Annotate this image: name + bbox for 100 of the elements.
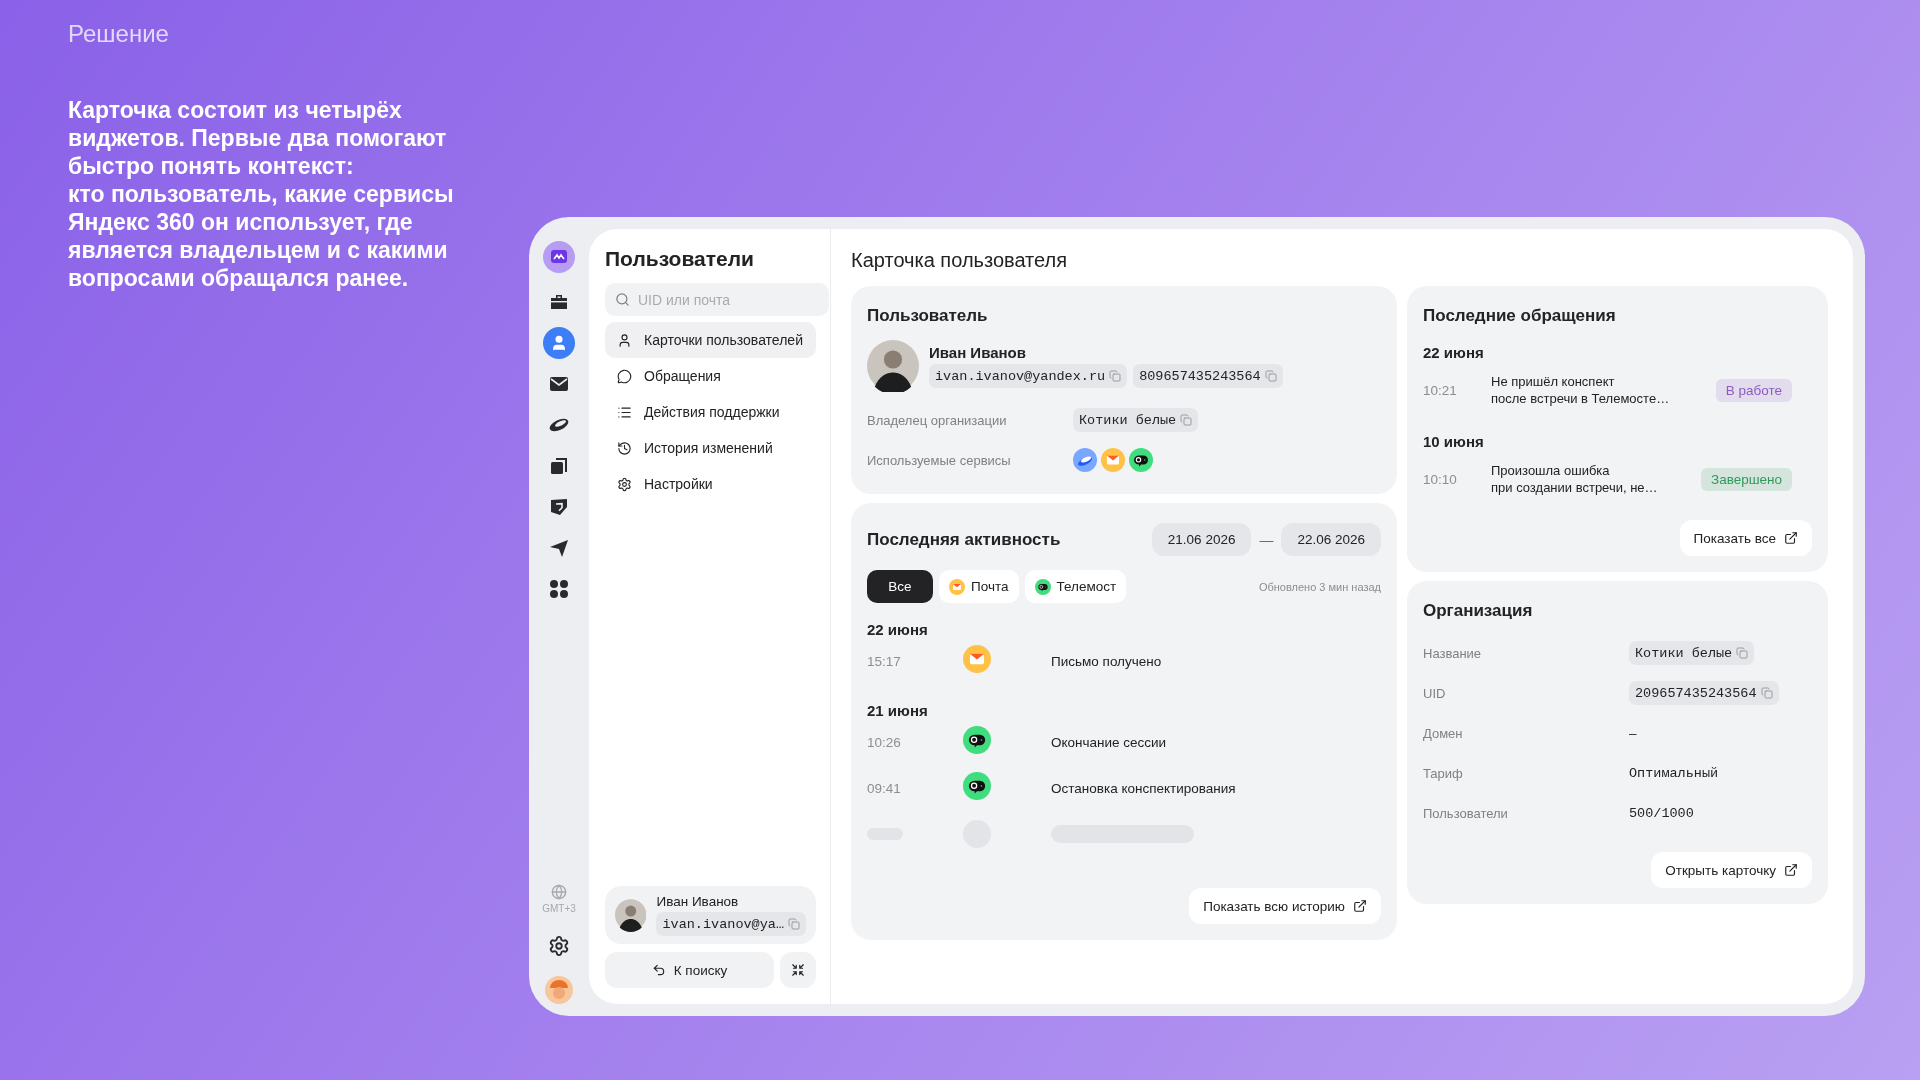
- status-badge: В работе: [1715, 378, 1792, 402]
- telemost-service-icon: [1034, 578, 1051, 595]
- settings-icon: [617, 476, 632, 492]
- copy-chip[interactable]: Котики белые: [1073, 408, 1199, 432]
- globe-icon: [551, 884, 567, 900]
- field-label: Тариф: [1423, 765, 1464, 781]
- copy-icon: [1760, 687, 1773, 699]
- nav-item[interactable]: Обращения: [605, 358, 816, 394]
- field-label: Домен: [1423, 725, 1464, 741]
- apps-icon: [549, 579, 569, 599]
- card-title: Последняя активность: [867, 529, 1061, 550]
- search-icon: [615, 292, 630, 307]
- shrink-icon: [791, 963, 805, 977]
- settings-icon[interactable]: [548, 935, 570, 957]
- slide-label: Решение: [68, 20, 170, 48]
- field-label: UID: [1423, 685, 1447, 701]
- date-heading: 10 июня: [1423, 433, 1485, 450]
- list-icon: [617, 404, 632, 420]
- mail-service-icon: [963, 645, 991, 673]
- event-text: Окончание сессии: [1051, 734, 1168, 750]
- nav-item[interactable]: Настройки: [605, 466, 816, 502]
- user-name: Иван Иванов: [929, 344, 1027, 361]
- request-time: 10:21: [1423, 382, 1458, 398]
- history-icon: [617, 440, 632, 456]
- panel-title: Пользователи: [605, 247, 755, 271]
- request-row[interactable]: 10:10 Произошла ошибка при создании встречи, не… Завершено: [1423, 450, 1812, 504]
- shield-icon: [549, 497, 569, 517]
- saucer-icon: [548, 416, 570, 434]
- copy-chip[interactable]: 209657435243564: [1629, 681, 1779, 705]
- user-icon: [617, 332, 632, 348]
- filter-chip[interactable]: Все: [867, 570, 933, 603]
- copy-icon: [788, 918, 800, 930]
- copy-chip[interactable]: Котики белые: [1629, 641, 1755, 665]
- event-text: Письмо получено: [1051, 653, 1163, 669]
- field-label: Используемые сервисы: [867, 452, 1012, 468]
- updated-note: Обновлено 3 мин назад: [1258, 580, 1381, 593]
- request-text: Произошла ошибка при создании встречи, не…: [1491, 462, 1659, 496]
- speech-bubble-icon: [617, 368, 632, 384]
- back-button[interactable]: К поиску: [605, 952, 774, 988]
- search-field[interactable]: UID или почта: [605, 283, 829, 316]
- request-text: Не пришёл конспект после встречи в Телемосте…: [1491, 373, 1671, 407]
- event-time: 09:41: [867, 780, 902, 796]
- external-link-icon: [1784, 531, 1798, 545]
- copy-icon: [1736, 647, 1749, 659]
- nav-item[interactable]: Карточки пользователей: [605, 322, 816, 358]
- stacked-cards-icon: [549, 456, 569, 476]
- nav-item[interactable]: Действия поддержки: [605, 394, 816, 430]
- mail-service-icon: [1101, 448, 1125, 472]
- copy-icon: [1109, 370, 1122, 382]
- date-field[interactable]: 21.06 2026: [1151, 523, 1252, 556]
- avatar: [867, 340, 919, 392]
- field-value: 500/1000: [1629, 805, 1695, 821]
- external-link-icon: [1353, 899, 1367, 913]
- envelope-icon: [549, 376, 569, 392]
- field-value: Оптимальный: [1629, 765, 1720, 781]
- card-title: Последние обращения: [1423, 306, 1617, 326]
- field-value: –: [1629, 725, 1638, 741]
- show-history-button[interactable]: Показать всю историю: [1189, 888, 1381, 924]
- field-label: Владелец организации: [867, 412, 1008, 428]
- range-dash: —: [1259, 531, 1274, 548]
- open-card-button[interactable]: Открыть карточку: [1651, 852, 1812, 888]
- telemost-service-icon: [963, 772, 991, 800]
- user-name: Иван Иванов: [656, 894, 740, 909]
- request-row[interactable]: 10:21 Не пришёл конспект после встречи в Телемосте… В работе: [1423, 361, 1812, 415]
- filter-chip[interactable]: Телемост: [1024, 570, 1127, 603]
- copy-chip[interactable]: 809657435243564: [1133, 364, 1283, 388]
- event-text: Остановка конспектирования: [1051, 780, 1237, 796]
- card-title: Организация: [1423, 601, 1534, 621]
- disk-service-icon: [1073, 448, 1097, 472]
- date-heading: 22 июня: [1423, 344, 1485, 361]
- briefcase-icon: [549, 292, 569, 312]
- collapse-button[interactable]: [780, 952, 816, 988]
- slide-description: Карточка состоит из четырёх виджетов. Первые два помогают быстро понять контекст: кто пользователь, какие сервисы Яндекс 360 он использует, где является владельцем и с какими вопросами обращался ранее.: [68, 96, 455, 292]
- event-time: 15:17: [867, 653, 902, 669]
- app-logo[interactable]: [543, 241, 575, 273]
- paper-plane-icon: [549, 538, 569, 558]
- card-title: Пользователь: [867, 306, 989, 326]
- status-badge: Завершено: [1701, 467, 1792, 491]
- request-time: 10:10: [1423, 471, 1458, 487]
- copy-chip[interactable]: ivan.ivanov@ya…: [656, 912, 806, 936]
- mail-service-icon: [949, 578, 965, 595]
- telemost-service-icon: [1129, 448, 1153, 472]
- copy-icon: [1264, 370, 1277, 382]
- field-label: Название: [1423, 645, 1483, 661]
- copy-chip[interactable]: ivan.ivanov@yandex.ru: [929, 364, 1128, 388]
- date-heading: 21 июня: [867, 702, 929, 719]
- telemost-service-icon: [963, 726, 991, 754]
- page-title: Карточка пользователя: [851, 249, 1068, 272]
- copy-icon: [1180, 414, 1193, 426]
- profile-avatar[interactable]: [545, 976, 573, 1004]
- timezone-label: GMT+3: [542, 903, 576, 914]
- nav-item[interactable]: История изменений: [605, 430, 816, 466]
- avatar: [615, 896, 647, 934]
- show-all-button[interactable]: Показать все: [1679, 520, 1812, 556]
- date-heading: 22 июня: [867, 621, 929, 638]
- undo-icon: [651, 963, 666, 977]
- event-time: 10:26: [867, 734, 902, 750]
- date-field[interactable]: 22.06 2026: [1281, 523, 1381, 556]
- field-label: Пользователи: [1423, 805, 1509, 821]
- filter-chip[interactable]: Почта: [939, 570, 1019, 603]
